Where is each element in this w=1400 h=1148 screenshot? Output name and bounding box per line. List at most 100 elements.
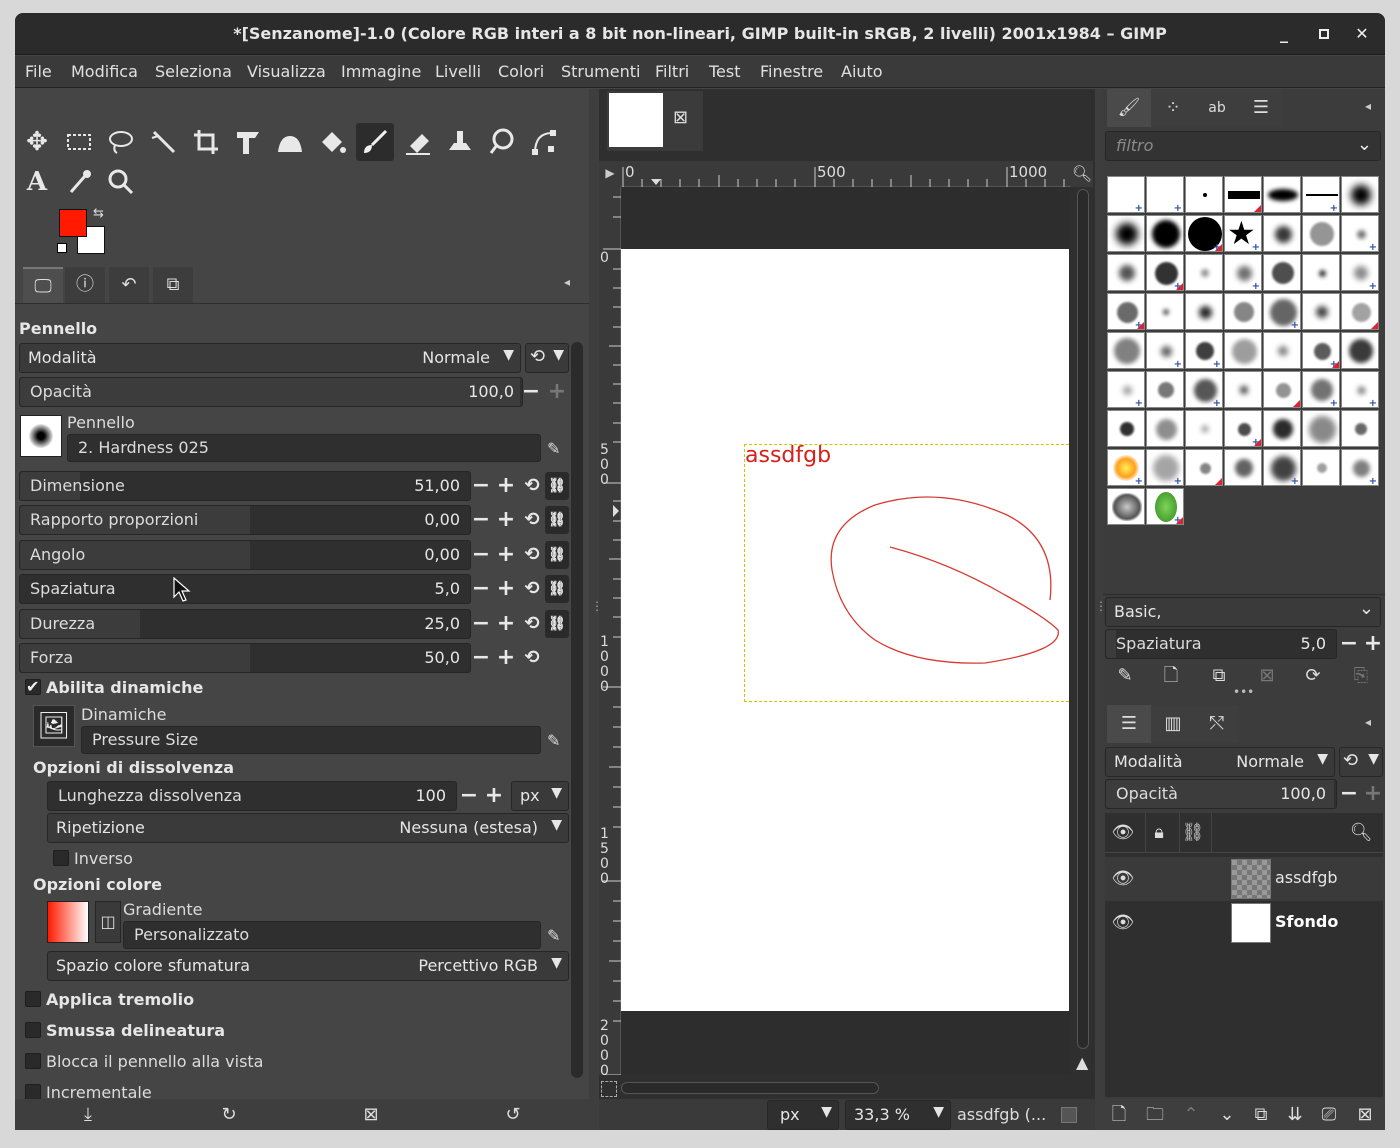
slider-decrease-button[interactable]: −: [469, 610, 493, 638]
brush-cell[interactable]: [1341, 410, 1379, 447]
slider-dimensione[interactable]: Dimensione 51,00: [19, 471, 471, 501]
slider-decrease-button[interactable]: −: [469, 575, 493, 603]
brush-cell[interactable]: +: [1107, 176, 1145, 214]
delete-layer-icon[interactable]: ⊠: [1351, 1101, 1379, 1129]
dynamics-name-field[interactable]: Pressure Size: [81, 726, 541, 754]
brush-cell[interactable]: +: [1341, 371, 1379, 409]
opacity-increase-button[interactable]: +: [545, 378, 569, 406]
tab-tool-options[interactable]: 🖵: [23, 267, 63, 303]
slider-link-icon[interactable]: ⛓: [545, 506, 569, 534]
open-brush-as-image-icon[interactable]: ⎘: [1347, 662, 1375, 690]
edit-dynamics-icon[interactable]: ✎: [547, 731, 569, 753]
canvas-vertical-scrollbar[interactable]: ▲: [1073, 187, 1093, 1075]
slider-decrease-button[interactable]: −: [469, 472, 493, 500]
slider-reset-icon[interactable]: ⟲: [520, 644, 544, 672]
slider-increase-button[interactable]: +: [494, 575, 518, 603]
gradient-name-field[interactable]: Personalizzato: [123, 921, 541, 949]
brush-cell[interactable]: [1263, 371, 1301, 408]
tab-device-status[interactable]: ⓘ: [65, 267, 105, 303]
navigate-icon[interactable]: ▲: [1076, 1053, 1088, 1072]
menu-select[interactable]: Seleziona: [155, 62, 232, 81]
reverse-checkbox[interactable]: [53, 850, 69, 866]
menu-windows[interactable]: Finestre: [760, 62, 823, 81]
gradient-preview[interactable]: [47, 901, 89, 943]
fade-options-header[interactable]: Opzioni di dissolvenza: [33, 758, 234, 777]
lock-view-checkbox[interactable]: [25, 1053, 41, 1069]
brush-cell[interactable]: +: [1146, 176, 1184, 214]
image-tab[interactable]: ⊠: [607, 91, 703, 151]
text-tool-icon[interactable]: A: [18, 163, 56, 201]
slider-reset-icon[interactable]: ⟲: [520, 575, 544, 603]
layer-row-assdfgb[interactable]: 👁︎ assdfgb: [1105, 857, 1383, 901]
raise-layer-icon[interactable]: ⌃: [1177, 1101, 1205, 1129]
brush-spacing-increase-button[interactable]: +: [1361, 630, 1385, 658]
slider-decrease-button[interactable]: −: [469, 506, 493, 534]
move-tool-icon[interactable]: ✥: [18, 123, 56, 161]
brush-cell[interactable]: [1224, 293, 1262, 330]
slider-increase-button[interactable]: +: [494, 506, 518, 534]
brush-cell[interactable]: +: [1263, 293, 1301, 331]
brush-cell[interactable]: +: [1302, 371, 1340, 409]
opacity-decrease-button[interactable]: −: [519, 378, 543, 406]
close-tab-icon[interactable]: ⊠: [673, 107, 688, 128]
mask-layer-icon[interactable]: ⎚: [1315, 1101, 1343, 1129]
unified-transform-tool-icon[interactable]: [229, 123, 267, 161]
layer-visibility-eye-icon[interactable]: 👁︎: [1109, 909, 1137, 937]
brush-cell[interactable]: +: [1107, 293, 1145, 331]
brush-cell[interactable]: [1341, 332, 1379, 369]
brush-cell[interactable]: [1146, 410, 1184, 447]
slider-decrease-button[interactable]: −: [469, 644, 493, 672]
brush-cell[interactable]: [1107, 332, 1145, 369]
brush-cell[interactable]: [1146, 371, 1184, 408]
menu-filters[interactable]: Filtri: [655, 62, 689, 81]
brush-cell[interactable]: [1302, 293, 1340, 330]
jitter-checkbox[interactable]: [25, 991, 41, 1007]
brush-cell[interactable]: [1224, 371, 1262, 408]
brush-tag-combo[interactable]: Basic, ⌄: [1105, 597, 1381, 627]
brush-cell[interactable]: [1185, 449, 1223, 486]
slider-increase-button[interactable]: +: [494, 541, 518, 569]
slider-increase-button[interactable]: +: [494, 610, 518, 638]
brush-filter-field[interactable]: filtro ⌄: [1105, 131, 1381, 161]
slider-reset-icon[interactable]: ⟲: [520, 506, 544, 534]
brush-cell[interactable]: [1224, 332, 1262, 369]
brush-cell[interactable]: +: [1341, 449, 1379, 487]
dock-menu-icon[interactable]: ◂: [564, 275, 570, 289]
opacity-slider[interactable]: Opacità 100,0: [19, 377, 523, 407]
edit-brush-icon[interactable]: ✎: [1111, 662, 1139, 690]
slider-angolo[interactable]: Angolo 0,00: [19, 540, 471, 570]
brush-cell[interactable]: [1263, 410, 1301, 447]
right-pane-separator[interactable]: ⋮: [1095, 89, 1107, 1130]
brush-cell[interactable]: [1107, 254, 1145, 291]
tab-document-history[interactable]: ☰: [1239, 89, 1283, 127]
layer-visibility-eye-icon[interactable]: 👁︎: [1109, 865, 1137, 893]
lower-layer-icon[interactable]: ⌄: [1213, 1101, 1241, 1129]
dock-menu-icon[interactable]: ◂: [1365, 715, 1371, 729]
brush-cell[interactable]: +: [1341, 254, 1379, 292]
slider-increase-button[interactable]: +: [494, 644, 518, 672]
brush-cell[interactable]: [1341, 293, 1379, 330]
reverse-gradient-icon[interactable]: ◫: [95, 901, 121, 943]
duplicate-layer-icon[interactable]: ⧉: [1247, 1101, 1275, 1129]
menu-tools[interactable]: Strumenti: [561, 62, 640, 81]
slider-increase-button[interactable]: +: [494, 472, 518, 500]
layer-composite-combo[interactable]: ⟲ ▼: [1339, 747, 1383, 777]
brush-cell[interactable]: +: [1302, 332, 1340, 370]
brush-cell[interactable]: [1146, 293, 1184, 330]
slider-link-icon[interactable]: ⛓: [545, 575, 569, 603]
brush-cell[interactable]: [1185, 410, 1223, 447]
slider-reset-icon[interactable]: ⟲: [520, 472, 544, 500]
brush-cell[interactable]: +: [1185, 332, 1223, 370]
zoom-combo[interactable]: 33,3 % ▼: [845, 1100, 951, 1130]
color-picker-tool-icon[interactable]: [60, 163, 98, 201]
incremental-checkbox[interactable]: [25, 1084, 41, 1100]
brush-cell[interactable]: [1146, 215, 1184, 252]
smooth-checkbox[interactable]: [25, 1022, 41, 1038]
tab-undo-history[interactable]: ↶: [109, 267, 149, 303]
menu-layer[interactable]: Livelli: [435, 62, 481, 81]
crop-tool-icon[interactable]: [187, 123, 225, 161]
slider-durezza[interactable]: Durezza 25,0: [19, 609, 471, 639]
brush-cell[interactable]: [1341, 176, 1379, 213]
mode-combo[interactable]: Modalità Normale ▼: [19, 343, 521, 373]
brush-cell[interactable]: +: [1185, 215, 1223, 253]
